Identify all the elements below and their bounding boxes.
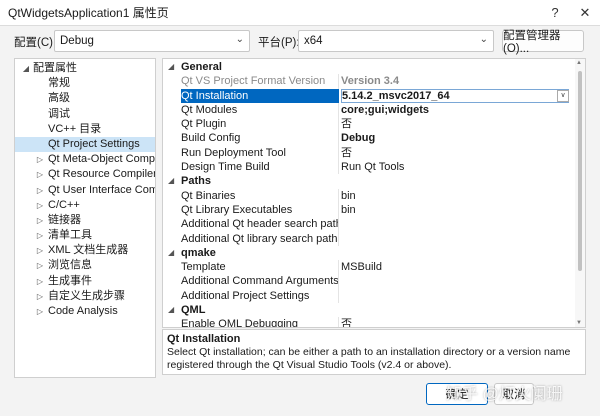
- property-row-qt-installation[interactable]: Qt Installation 5.14.2_msvc2017_64 ∨: [163, 88, 585, 103]
- description-panel: Qt Installation Select Qt installation; …: [162, 329, 586, 375]
- expanded-icon[interactable]: ◢: [168, 60, 174, 74]
- configuration-label: 配置(C):: [14, 37, 57, 49]
- tree-item-advanced[interactable]: 高级: [15, 91, 155, 106]
- collapsed-icon[interactable]: ▷: [35, 228, 45, 243]
- column-divider: [338, 317, 339, 327]
- collapsed-icon[interactable]: ▷: [35, 289, 45, 304]
- property-row[interactable]: Additional Command Arguments: [163, 274, 585, 289]
- property-row[interactable]: Qt Binaries bin: [163, 188, 585, 203]
- configuration-manager-button[interactable]: 配置管理器(O)...: [502, 30, 584, 55]
- category-qml[interactable]: ◢ QML: [163, 303, 585, 317]
- tree-item-browse-information[interactable]: ▷ 浏览信息: [15, 258, 155, 273]
- tree-item-manifest-tool[interactable]: ▷ 清单工具: [15, 228, 155, 243]
- window-title: QtWidgetsApplication1 属性页: [8, 6, 169, 20]
- category-qmake[interactable]: ◢ qmake: [163, 246, 585, 260]
- expanded-icon[interactable]: ◢: [168, 303, 174, 317]
- property-row[interactable]: Run Deployment Tool 否: [163, 145, 585, 161]
- configuration-bar: 配置(C): Debug ⌄ 平台(P): x64 ⌄ 配置管理器(O)...: [0, 30, 600, 55]
- property-row[interactable]: Additional Qt library search paths: [163, 231, 585, 246]
- tree-item-qt-resource-compiler[interactable]: ▷ Qt Resource Compiler: [15, 167, 155, 182]
- tree-item-custom-build-step[interactable]: ▷ 自定义生成步骤: [15, 289, 155, 304]
- cancel-button[interactable]: 取消: [494, 383, 534, 405]
- column-divider: [338, 274, 339, 289]
- qt-installation-input[interactable]: 5.14.2_msvc2017_64: [341, 88, 569, 103]
- tree-item-build-events[interactable]: ▷ 生成事件: [15, 274, 155, 289]
- collapsed-icon[interactable]: ▷: [35, 274, 45, 289]
- property-grid[interactable]: ◢ General Qt VS Project Format Version V…: [162, 58, 586, 328]
- property-row[interactable]: Template MSBuild: [163, 260, 585, 275]
- ok-button[interactable]: 确定: [426, 383, 488, 405]
- column-divider: [338, 202, 339, 218]
- collapsed-icon[interactable]: ▷: [35, 167, 45, 182]
- property-row[interactable]: Build Config Debug: [163, 131, 585, 146]
- chevron-down-icon[interactable]: ∨: [557, 89, 569, 102]
- collapsed-icon[interactable]: ▷: [35, 243, 45, 258]
- property-row[interactable]: Additional Project Settings: [163, 288, 585, 304]
- tree-item-linker[interactable]: ▷ 链接器: [15, 213, 155, 228]
- column-divider: [338, 217, 339, 232]
- collapsed-icon[interactable]: ▷: [35, 152, 45, 167]
- column-divider: [338, 260, 339, 275]
- description-title: Qt Installation: [167, 333, 241, 345]
- collapsed-icon[interactable]: ▷: [35, 258, 45, 273]
- tree-item-qt-user-interface-compiler[interactable]: ▷ Qt User Interface Comp: [15, 183, 155, 198]
- chevron-down-icon: ⌄: [235, 34, 244, 45]
- tree-item-debugging[interactable]: 调试: [15, 107, 155, 122]
- tree-item-xml-document-generator[interactable]: ▷ XML 文档生成器: [15, 243, 155, 258]
- collapsed-icon[interactable]: ▷: [35, 198, 45, 213]
- collapsed-icon[interactable]: ▷: [35, 183, 45, 198]
- scroll-up-icon[interactable]: ▲: [576, 60, 582, 66]
- platform-label: 平台(P):: [258, 37, 300, 49]
- chevron-down-icon: ⌄: [479, 34, 488, 45]
- property-row[interactable]: Additional Qt header search paths: [163, 217, 585, 232]
- property-row[interactable]: Qt Plugin 否: [163, 117, 585, 132]
- column-divider: [338, 188, 339, 203]
- category-paths[interactable]: ◢ Paths: [163, 174, 585, 188]
- tree-item-vc-directories[interactable]: VC++ 目录: [15, 122, 155, 137]
- property-row[interactable]: Design Time Build Run Qt Tools: [163, 160, 585, 175]
- tree-item-code-analysis[interactable]: ▷ Code Analysis: [15, 304, 155, 319]
- category-general[interactable]: ◢ General: [163, 60, 585, 74]
- expanded-icon[interactable]: ◢: [168, 246, 174, 260]
- collapsed-icon[interactable]: ▷: [35, 304, 45, 319]
- column-divider: [338, 131, 339, 146]
- property-row[interactable]: Qt VS Project Format Version Version 3.4: [163, 74, 585, 89]
- column-divider: [338, 160, 339, 175]
- tree-item-general[interactable]: 常规: [15, 76, 155, 91]
- tree-item-qt-project-settings[interactable]: Qt Project Settings: [15, 136, 155, 153]
- property-row[interactable]: Qt Library Executables bin: [163, 202, 585, 218]
- title-bar: QtWidgetsApplication1 属性页 ? ✕: [0, 0, 600, 26]
- column-divider: [338, 231, 339, 246]
- property-tree[interactable]: ◢ 配置属性 常规 高级 调试 VC++ 目录 Qt Project Setti…: [14, 58, 156, 378]
- platform-select[interactable]: x64 ⌄: [298, 30, 494, 52]
- column-divider: [338, 145, 339, 161]
- expanded-icon[interactable]: ◢: [21, 61, 31, 76]
- scroll-down-icon[interactable]: ▼: [576, 320, 582, 326]
- column-divider: [338, 288, 339, 304]
- property-row[interactable]: Enable QML Debugging 否: [163, 317, 585, 327]
- configuration-select[interactable]: Debug ⌄: [54, 30, 250, 52]
- scroll-thumb[interactable]: [578, 71, 582, 271]
- property-row[interactable]: Qt Modules core;gui;widgets: [163, 102, 585, 118]
- close-button[interactable]: ✕: [570, 0, 600, 26]
- expanded-icon[interactable]: ◢: [168, 174, 174, 188]
- vertical-scrollbar[interactable]: ▲ ▼: [575, 59, 585, 327]
- collapsed-icon[interactable]: ▷: [35, 213, 45, 228]
- tree-item-config-properties[interactable]: ◢ 配置属性: [15, 61, 155, 76]
- help-button[interactable]: ?: [540, 0, 570, 26]
- tree-item-qt-meta-object-compiler[interactable]: ▷ Qt Meta-Object Compile: [15, 152, 155, 167]
- platform-value: x64: [304, 35, 323, 47]
- column-divider: [338, 74, 339, 89]
- column-divider: [338, 102, 339, 118]
- column-divider: [338, 117, 339, 132]
- configuration-value: Debug: [60, 35, 94, 47]
- description-text: Select Qt installation; can be either a …: [167, 346, 571, 371]
- tree-item-c-cpp[interactable]: ▷ C/C++: [15, 198, 155, 213]
